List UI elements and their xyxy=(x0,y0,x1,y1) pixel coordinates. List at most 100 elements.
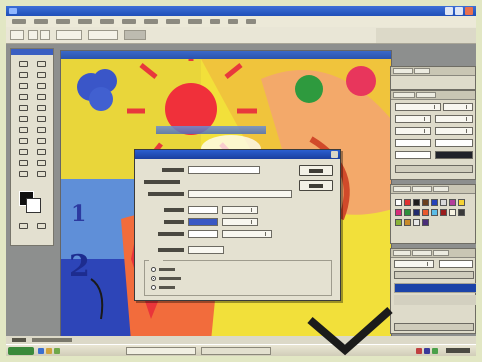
background-document-titlebar[interactable] xyxy=(156,126,266,134)
layer-row-background[interactable] xyxy=(394,283,476,293)
font-family-select[interactable] xyxy=(395,103,441,111)
tab-channels[interactable] xyxy=(412,250,432,256)
hand-icon[interactable] xyxy=(15,169,31,178)
layer-actions-bar[interactable] xyxy=(394,323,474,331)
tab-swatches[interactable] xyxy=(412,186,432,192)
lock-controls[interactable] xyxy=(394,271,474,279)
resolution-field[interactable] xyxy=(188,230,218,238)
swatch[interactable] xyxy=(449,209,456,216)
taskbar-button-photoshop[interactable] xyxy=(126,347,196,355)
swatch[interactable] xyxy=(431,199,438,206)
swatch[interactable] xyxy=(422,199,429,206)
blur-icon[interactable] xyxy=(15,125,31,134)
swatch[interactable] xyxy=(404,219,411,226)
swatch[interactable] xyxy=(395,219,402,226)
radio-background-color[interactable] xyxy=(151,276,156,281)
tray-ime-icon[interactable] xyxy=(432,348,438,354)
eyedropper-icon[interactable] xyxy=(33,158,49,167)
blend-mode-select[interactable] xyxy=(394,260,434,268)
taskbar-button-secondary[interactable] xyxy=(201,347,271,355)
radio-white[interactable] xyxy=(151,267,156,272)
dodge-icon[interactable] xyxy=(33,125,49,134)
move-icon[interactable] xyxy=(33,59,49,68)
crop-icon[interactable] xyxy=(15,81,31,90)
tab-paragraph[interactable] xyxy=(416,92,436,98)
tab-character[interactable] xyxy=(393,92,415,98)
tab-navigator[interactable] xyxy=(393,68,413,74)
add-selection-icon[interactable] xyxy=(40,30,50,40)
baseline-shift-field[interactable] xyxy=(395,151,431,159)
mode-select[interactable] xyxy=(188,246,224,254)
close-icon[interactable] xyxy=(465,7,473,15)
text-color-swatch[interactable] xyxy=(435,151,473,159)
ok-button[interactable] xyxy=(299,165,333,176)
zoom-icon[interactable] xyxy=(33,169,49,178)
notes-icon[interactable] xyxy=(15,158,31,167)
radio-transparent[interactable] xyxy=(151,285,156,290)
tool-preset-button[interactable] xyxy=(10,30,24,40)
tab-styles[interactable] xyxy=(433,186,449,192)
width-field[interactable] xyxy=(188,206,218,214)
font-style-select[interactable] xyxy=(443,103,473,111)
start-button[interactable] xyxy=(8,347,34,355)
minimize-icon[interactable] xyxy=(445,7,453,15)
slice-icon[interactable] xyxy=(33,81,49,90)
path-select-icon[interactable] xyxy=(15,136,31,145)
magic-wand-icon[interactable] xyxy=(33,70,49,79)
menu-item-extra-1[interactable] xyxy=(210,19,220,24)
lasso-icon[interactable] xyxy=(15,70,31,79)
menu-item-view[interactable] xyxy=(144,19,158,24)
swatch[interactable] xyxy=(404,199,411,206)
tab-paths[interactable] xyxy=(433,250,449,256)
menu-item-select[interactable] xyxy=(100,19,114,24)
swatch[interactable] xyxy=(449,199,456,206)
swatch[interactable] xyxy=(413,199,420,206)
type-icon[interactable] xyxy=(33,136,49,145)
cancel-button[interactable] xyxy=(299,180,333,191)
quick-mask-icon[interactable] xyxy=(15,221,31,230)
swatch[interactable] xyxy=(458,209,465,216)
marquee-icon[interactable] xyxy=(15,59,31,68)
text-style-buttons[interactable] xyxy=(395,165,473,173)
menu-item-window[interactable] xyxy=(166,19,180,24)
swatch[interactable] xyxy=(458,199,465,206)
menu-item-edit[interactable] xyxy=(34,19,48,24)
quicklaunch-desktop-icon[interactable] xyxy=(54,348,60,354)
swatch[interactable] xyxy=(422,219,429,226)
menu-item-file[interactable] xyxy=(12,19,26,24)
swatch[interactable] xyxy=(422,209,429,216)
swatch[interactable] xyxy=(395,209,402,216)
quicklaunch-folder-icon[interactable] xyxy=(46,348,52,354)
screen-mode-icon[interactable] xyxy=(33,221,49,230)
stamp-icon[interactable] xyxy=(15,103,31,112)
kerning-select[interactable] xyxy=(395,127,431,135)
font-size-select[interactable] xyxy=(395,115,431,123)
swatch[interactable] xyxy=(431,209,438,216)
menu-item-filter[interactable] xyxy=(122,19,136,24)
tray-network-icon[interactable] xyxy=(424,348,430,354)
feather-field[interactable] xyxy=(56,30,82,40)
width-unit-select[interactable] xyxy=(222,206,258,214)
tray-volume-icon[interactable] xyxy=(416,348,422,354)
vertical-scale-field[interactable] xyxy=(395,139,431,147)
eraser-icon[interactable] xyxy=(15,114,31,123)
opacity-field[interactable] xyxy=(439,260,473,268)
shape-icon[interactable] xyxy=(33,147,49,156)
name-field[interactable] xyxy=(188,166,260,174)
new-selection-icon[interactable] xyxy=(28,30,38,40)
menu-item-extra-3[interactable] xyxy=(246,19,256,24)
height-field[interactable] xyxy=(188,218,218,226)
width-field[interactable] xyxy=(124,30,146,40)
swatch[interactable] xyxy=(440,209,447,216)
menu-item-extra-2[interactable] xyxy=(228,19,238,24)
swatch[interactable] xyxy=(413,209,420,216)
quicklaunch-ie-icon[interactable] xyxy=(38,348,44,354)
horizontal-scale-field[interactable] xyxy=(435,139,473,147)
style-select[interactable] xyxy=(88,30,118,40)
swatch[interactable] xyxy=(395,199,402,206)
menu-item-layer[interactable] xyxy=(78,19,92,24)
resolution-unit-select[interactable] xyxy=(222,230,272,238)
swatch[interactable] xyxy=(404,209,411,216)
tracking-select[interactable] xyxy=(435,127,473,135)
preset-select[interactable] xyxy=(188,190,292,198)
